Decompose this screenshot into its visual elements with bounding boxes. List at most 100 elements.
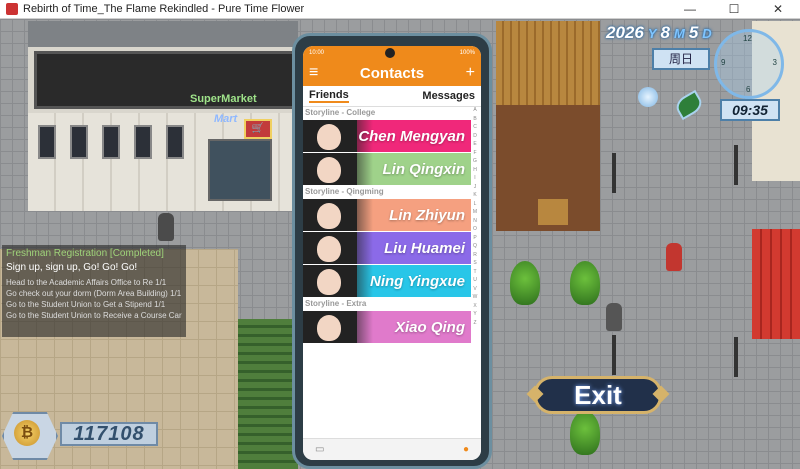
- npc-character[interactable]: [158, 213, 174, 241]
- street-lamp: [612, 335, 616, 375]
- alphabet-letter[interactable]: K: [471, 191, 479, 200]
- alphabet-letter[interactable]: L: [471, 200, 479, 209]
- window-title: Rebirth of Time_The Flame Rekindled - Pu…: [23, 3, 305, 15]
- clock-number: 12: [743, 34, 752, 43]
- alphabet-letter[interactable]: W: [471, 293, 479, 302]
- menu-icon[interactable]: ≡: [309, 64, 318, 82]
- alphabet-letter[interactable]: E: [471, 140, 479, 149]
- phone-footer: ▭ ●: [303, 438, 481, 460]
- alphabet-letter[interactable]: G: [471, 157, 479, 166]
- phone-status-bar: 10:00 100%: [303, 46, 481, 60]
- add-contact-icon[interactable]: +: [466, 64, 475, 82]
- alphabet-letter[interactable]: A: [471, 106, 479, 115]
- alphabet-index[interactable]: ABCDEFGHIJKLMNOPQRSTUVWXYZ: [471, 106, 479, 327]
- alphabet-letter[interactable]: P: [471, 234, 479, 243]
- contact-name: Ning Yingxue: [369, 272, 465, 290]
- alphabet-letter[interactable]: X: [471, 302, 479, 311]
- camera-notch: [385, 48, 395, 58]
- alphabet-letter[interactable]: I: [471, 174, 479, 183]
- alphabet-letter[interactable]: Z: [471, 319, 479, 328]
- alphabet-letter[interactable]: Y: [471, 310, 479, 319]
- day-unit: D: [702, 26, 712, 41]
- money-amount: 117108: [60, 422, 158, 446]
- npc-character[interactable]: [666, 243, 682, 271]
- street-lamp: [734, 145, 738, 185]
- maximize-button[interactable]: ☐: [712, 0, 756, 18]
- alphabet-letter[interactable]: U: [471, 276, 479, 285]
- year-unit: Y: [647, 26, 657, 41]
- quest-subtitle: Sign up, sign up, Go! Go! Go!: [6, 262, 138, 273]
- quest-panel: Freshman Registration [Completed] Sign u…: [2, 245, 186, 337]
- date-time-hud: 2026 Y 8 M 5 D 周日 12 3 6 9 09:35: [604, 21, 800, 121]
- alphabet-letter[interactable]: J: [471, 183, 479, 192]
- alphabet-letter[interactable]: M: [471, 208, 479, 217]
- clock-face: 12 3 6 9: [714, 29, 784, 99]
- cart-icon: 🛒: [244, 119, 272, 139]
- chat-icon[interactable]: ▭: [315, 444, 324, 455]
- coin-icon: ₿: [14, 420, 40, 446]
- day-value: 5: [688, 23, 699, 42]
- quest-item: Head to the Academic Affairs Office to R…: [6, 278, 167, 287]
- alphabet-letter[interactable]: O: [471, 225, 479, 234]
- alphabet-letter[interactable]: V: [471, 285, 479, 294]
- alphabet-letter[interactable]: Q: [471, 242, 479, 251]
- alphabet-letter[interactable]: D: [471, 132, 479, 141]
- quest-item: Go to the Student Union to Receive a Cou…: [6, 311, 182, 320]
- game-scene[interactable]: SuperMarket Mart 🛒 Freshman Registration…: [0, 19, 800, 469]
- contact-item[interactable]: Liu Huamei: [303, 232, 471, 264]
- money-display: ₿ 117108: [2, 412, 160, 460]
- section-header: Storyline - Extra: [305, 299, 367, 308]
- phone-screen: 10:00 100% ≡ Contacts + Friends Messages…: [303, 46, 481, 460]
- alphabet-letter[interactable]: B: [471, 115, 479, 124]
- contact-item[interactable]: Ning Yingxue: [303, 265, 471, 297]
- tree: [570, 261, 600, 305]
- supermarket-door: [208, 139, 272, 201]
- contacts-header: ≡ Contacts +: [303, 60, 481, 86]
- status-battery: 100%: [459, 50, 475, 56]
- tab-messages[interactable]: Messages: [422, 90, 475, 102]
- alphabet-letter[interactable]: F: [471, 149, 479, 158]
- alphabet-letter[interactable]: H: [471, 166, 479, 175]
- contact-name: Liu Huamei: [384, 239, 465, 257]
- contact-name: Lin Qingxin: [382, 160, 466, 178]
- contact-item[interactable]: Chen Mengyan: [303, 120, 471, 152]
- section-header: Storyline - College: [305, 108, 376, 117]
- alphabet-letter[interactable]: R: [471, 251, 479, 260]
- npc-character[interactable]: [606, 303, 622, 331]
- tab-friends[interactable]: Friends: [309, 89, 349, 103]
- street-lamp: [734, 337, 738, 377]
- contact-avatar: [303, 153, 357, 185]
- quest-title: Freshman Registration [Completed]: [6, 248, 164, 259]
- alphabet-letter[interactable]: T: [471, 268, 479, 277]
- contact-name: Lin Zhiyun: [389, 206, 465, 224]
- contact-name: Chen Mengyan: [358, 127, 465, 145]
- contacts-tabs: Friends Messages: [303, 86, 481, 107]
- clock-number: 9: [721, 58, 726, 67]
- close-button[interactable]: ✕: [756, 0, 800, 18]
- person-icon[interactable]: ●: [463, 444, 469, 455]
- alphabet-letter[interactable]: C: [471, 123, 479, 132]
- contact-avatar: [303, 311, 357, 343]
- mart-label: Mart: [214, 113, 238, 125]
- leaf-gem-icon: [672, 89, 706, 121]
- minimize-button[interactable]: —: [668, 0, 712, 18]
- contact-item[interactable]: Lin Qingxin: [303, 153, 471, 185]
- contact-item[interactable]: Lin Zhiyun: [303, 199, 471, 231]
- supermarket-building: [28, 21, 298, 211]
- exit-button[interactable]: Exit: [534, 376, 662, 414]
- alphabet-letter[interactable]: S: [471, 259, 479, 268]
- bench: [538, 199, 568, 225]
- time-display: 09:35: [720, 99, 780, 121]
- tree: [570, 411, 600, 455]
- contact-item[interactable]: Xiao Qing: [303, 311, 471, 343]
- phone-device: 10:00 100% ≡ Contacts + Friends Messages…: [292, 33, 492, 469]
- contacts-title: Contacts: [359, 64, 425, 82]
- alphabet-letter[interactable]: N: [471, 217, 479, 226]
- red-roof-building: [752, 229, 800, 339]
- tree: [510, 261, 540, 305]
- weather-orb-icon: [638, 87, 658, 107]
- window-titlebar: Rebirth of Time_The Flame Rekindled - Pu…: [0, 0, 800, 19]
- status-time: 10:00: [309, 50, 325, 56]
- month-value: 8: [660, 23, 670, 42]
- month-unit: M: [673, 26, 685, 41]
